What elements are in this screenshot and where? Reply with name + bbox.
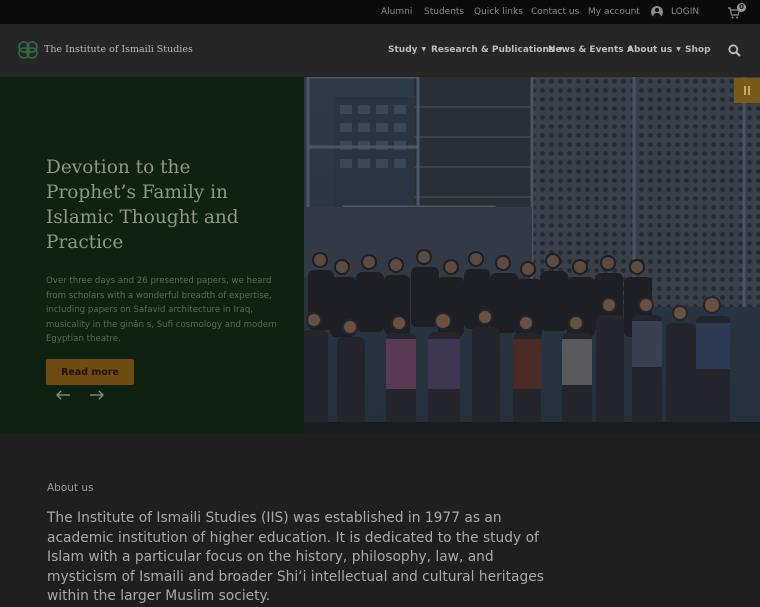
- hero-group-photo: [304, 77, 760, 434]
- chevron-down-icon: ▼: [676, 46, 681, 53]
- arrow-right-icon[interactable]: [89, 390, 105, 400]
- chevron-down-icon: ▼: [421, 46, 427, 53]
- hero-text-panel: Devotion to the Prophet’s Family in Isla…: [0, 77, 304, 434]
- cart-count-badge: 0: [737, 3, 746, 12]
- nav-label: Study: [388, 45, 418, 55]
- nav-about-us[interactable]: About us ▼: [627, 45, 681, 55]
- group-photo-illustration: [304, 77, 760, 434]
- students-link[interactable]: Students: [424, 7, 464, 17]
- read-more-button[interactable]: Read more: [46, 359, 134, 385]
- nav-news-events[interactable]: News & Events ▼: [548, 45, 632, 55]
- hero-description: Over three days and 26 presented papers,…: [46, 276, 277, 344]
- alumni-link[interactable]: Alumni: [381, 7, 412, 17]
- user-circle-icon[interactable]: [651, 6, 663, 18]
- nav-label: Research & Publications: [431, 45, 555, 55]
- pause-icon[interactable]: [734, 78, 760, 103]
- site-header: The Institute of Ismaili Studies Study ▼ …: [0, 24, 760, 77]
- nav-research-publications[interactable]: Research & Publications ▼: [431, 45, 563, 55]
- nav-shop[interactable]: Shop: [685, 45, 711, 55]
- about-body-text: The Institute of Ismaili Studies (IIS) w…: [47, 510, 544, 604]
- search-icon[interactable]: [728, 44, 741, 57]
- hero-title: Devotion to the Prophet’s Family in Isla…: [46, 157, 239, 253]
- my-account-link[interactable]: My account: [588, 7, 640, 17]
- quick-links-link[interactable]: Quick links: [474, 7, 523, 17]
- about-section: About us The Institute of Ismaili Studie…: [0, 434, 760, 604]
- contact-us-link[interactable]: Contact us: [531, 7, 579, 17]
- login-link[interactable]: LOGIN: [671, 7, 699, 17]
- about-heading: About us: [47, 482, 94, 494]
- arrow-left-icon[interactable]: [55, 390, 71, 400]
- utility-bar: Alumni Students Quick links Contact us M…: [0, 0, 760, 24]
- nav-label: News & Events: [548, 45, 624, 55]
- site-logo-text[interactable]: The Institute of Ismaili Studies: [44, 44, 193, 55]
- iis-logo-icon[interactable]: [17, 40, 39, 60]
- nav-study[interactable]: Study ▼: [388, 45, 426, 55]
- nav-label: About us: [627, 45, 673, 55]
- nav-label: Shop: [685, 45, 711, 55]
